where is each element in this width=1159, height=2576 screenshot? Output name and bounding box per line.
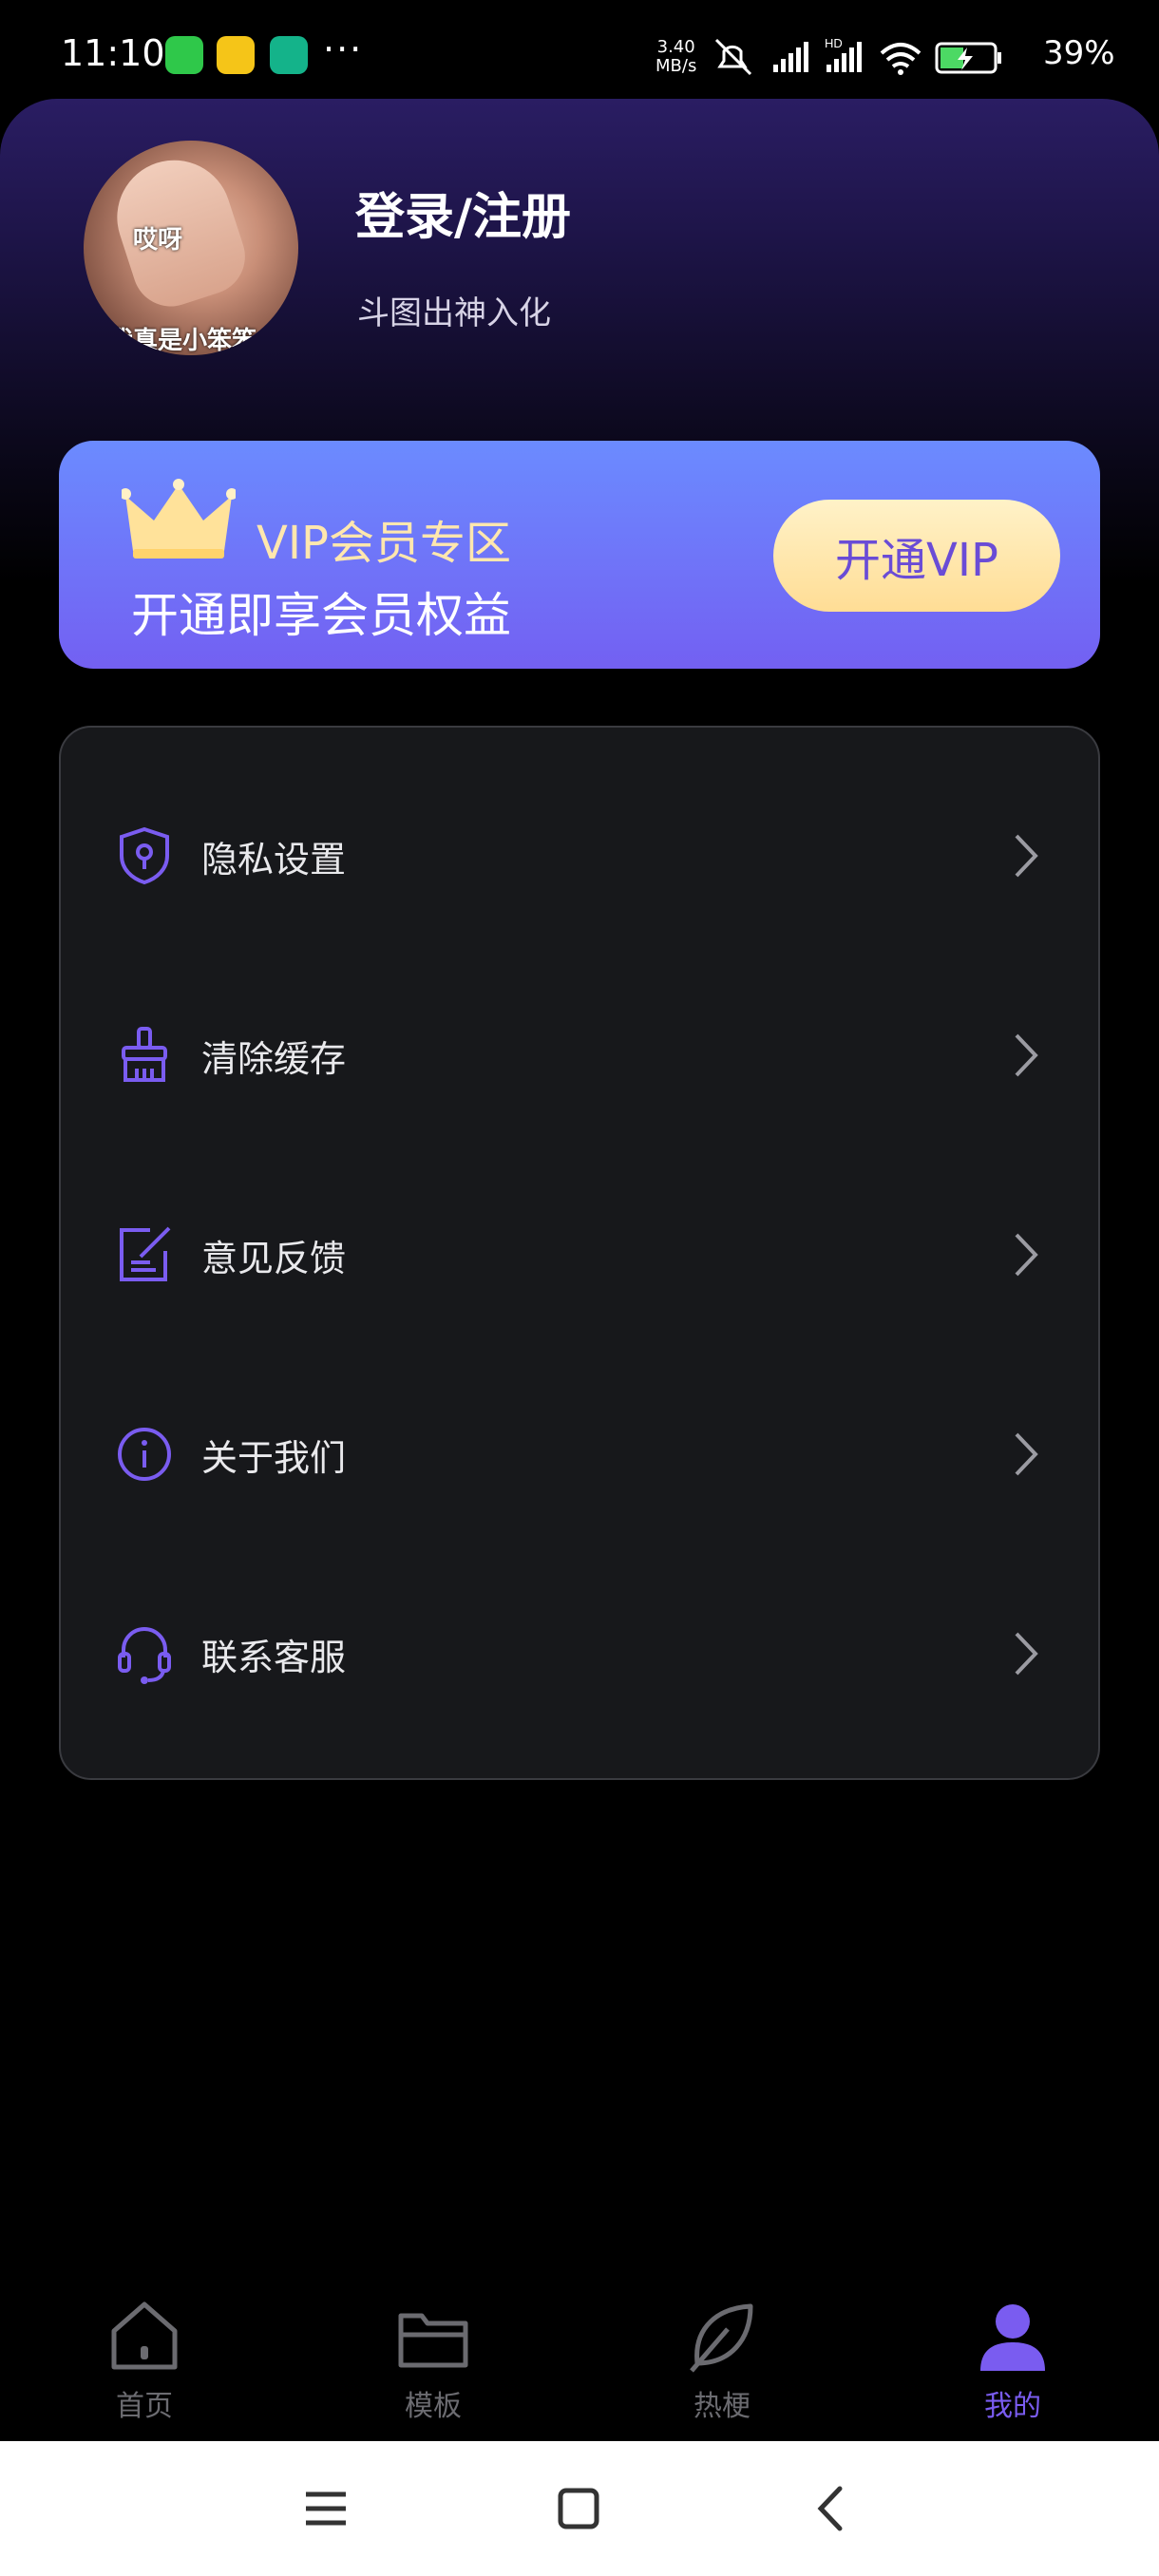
open-vip-button[interactable]: 开通VIP [773, 500, 1060, 612]
status-icons: HD [714, 36, 1001, 76]
wifi-icon [880, 43, 922, 68]
profile-subtitle: 斗图出神入化 [357, 294, 551, 332]
mute-bell-icon [714, 38, 752, 76]
menu-item-customer-service[interactable]: 联系客服 [61, 1554, 1098, 1753]
menu-label-about: 关于我们 [201, 1436, 347, 1479]
tab-label-mine: 我的 [984, 2390, 1041, 2423]
chevron-right-icon [1015, 1632, 1038, 1676]
tab-label-templates: 模板 [405, 2390, 462, 2423]
menu-label-clear-cache: 清除缓存 [201, 1037, 347, 1080]
menu-label-privacy: 隐私设置 [201, 838, 347, 881]
battery-icon [935, 42, 1001, 74]
menu-label-customer-service: 联系客服 [201, 1636, 347, 1678]
more-notifications-icon: ··· [323, 28, 364, 70]
network-speed: 3.40 MB/s [656, 37, 697, 76]
battery-percent: 39% [1043, 34, 1115, 72]
menu-item-about[interactable]: 关于我们 [61, 1354, 1098, 1554]
broom-icon [122, 1027, 167, 1082]
folder-icon [398, 2313, 468, 2368]
info-icon [118, 1428, 171, 1481]
menu-item-feedback[interactable]: 意见反馈 [61, 1155, 1098, 1354]
chevron-right-icon [1015, 1432, 1038, 1476]
vip-banner[interactable]: VIP会员专区 开通即享会员权益 开通VIP [59, 441, 1100, 669]
system-navigation-bar [0, 2441, 1159, 2576]
bottom-tab-bar: 首页 模板 热梗 我的 [0, 2280, 1159, 2441]
tab-hot-memes[interactable]: 热梗 [627, 2299, 817, 2432]
login-register-link[interactable]: 登录/注册 [355, 177, 571, 248]
menu-label-feedback: 意见反馈 [201, 1237, 347, 1279]
status-bar: 11:10 ··· 3.40 MB/s HD 39% [0, 0, 1159, 104]
crown-icon [122, 479, 236, 559]
back-icon[interactable] [798, 2475, 864, 2542]
tab-label-home: 首页 [116, 2390, 173, 2423]
wechat-notification-icon [165, 36, 203, 74]
leaf-icon [690, 2303, 753, 2373]
menu-icon[interactable] [293, 2475, 359, 2542]
avatar-caption-bottom: 我真是小笨笨 [108, 327, 257, 355]
menu-item-privacy[interactable]: 隐私设置 [61, 756, 1098, 956]
app-notification-icon-2 [270, 36, 308, 74]
tab-label-hot-memes: 热梗 [694, 2390, 750, 2423]
tab-mine[interactable]: 我的 [918, 2299, 1108, 2432]
status-time: 11:10 [61, 32, 165, 74]
signal-icon [773, 42, 808, 72]
settings-menu: 隐私设置 清除缓存 意见反馈 关于我们 联系客服 [59, 726, 1100, 1780]
tab-templates[interactable]: 模板 [338, 2299, 528, 2432]
home-icon [111, 2301, 178, 2370]
chevron-right-icon [1015, 1233, 1038, 1277]
shield-lock-icon [120, 826, 169, 885]
chevron-right-icon [1015, 834, 1038, 878]
user-icon [980, 2304, 1045, 2371]
vip-subtitle: 开通即享会员权益 [131, 588, 511, 643]
avatar-caption-top: 哎呀 [133, 226, 183, 255]
vip-title: VIP会员专区 [256, 517, 511, 570]
tab-home[interactable]: 首页 [49, 2299, 239, 2432]
svg-text:HD: HD [825, 36, 843, 50]
headset-icon [118, 1627, 171, 1684]
edit-note-icon [120, 1226, 171, 1281]
app-notification-icon [217, 36, 255, 74]
avatar[interactable]: 哎呀 我真是小笨笨 [84, 141, 298, 355]
menu-item-clear-cache[interactable]: 清除缓存 [61, 956, 1098, 1155]
chevron-right-icon [1015, 1033, 1038, 1077]
home-square-icon[interactable] [545, 2475, 612, 2542]
